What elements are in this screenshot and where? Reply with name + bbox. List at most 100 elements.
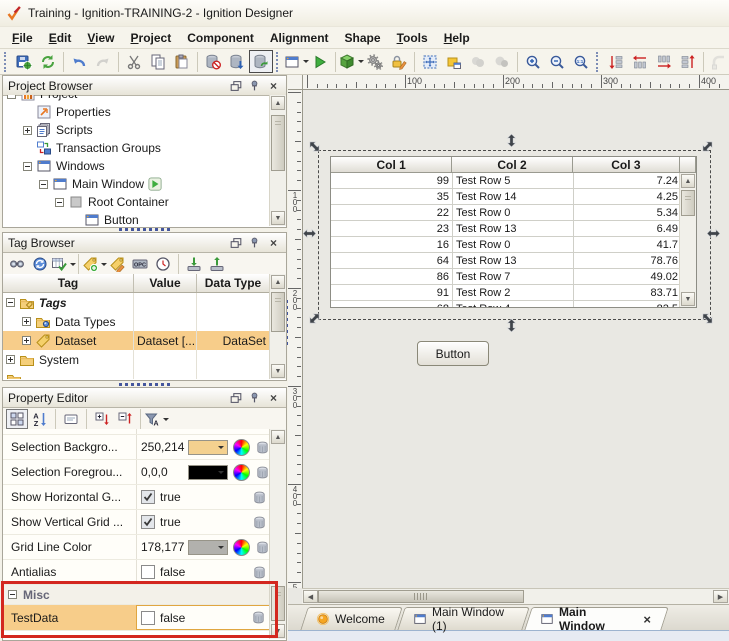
scroll-left-button[interactable]: ◀ [303,590,318,603]
tree-item-properties[interactable]: Properties [3,103,270,121]
expand-icon[interactable] [6,355,15,364]
db-disconnect-button[interactable] [201,50,225,73]
tab-close-icon[interactable]: × [643,612,651,627]
checkbox-checked[interactable] [141,515,155,529]
scroll-down-button[interactable]: ▼ [271,624,285,638]
table-column-header[interactable]: Col 3 [572,157,681,173]
description-button[interactable] [60,409,82,429]
scroll-up-button[interactable]: ▲ [271,430,285,444]
menu-alignment[interactable]: Alignment [262,28,337,48]
paste-button[interactable] [170,50,194,73]
select-region-button[interactable] [442,50,466,73]
resize-handle[interactable] [308,312,321,325]
binding-button[interactable] [252,515,267,530]
new-window-button[interactable] [284,50,309,73]
update-project-button[interactable] [36,50,60,73]
collapse-icon[interactable] [8,590,17,599]
binding-button[interactable] [252,490,267,505]
color-wheel-icon[interactable] [233,438,250,456]
export-tags-button[interactable] [206,254,228,274]
property-row-show-vertical-grid-[interactable]: Show Vertical Grid ... true [3,510,270,535]
table-row[interactable]: 64 Test Row 13 78.76 [331,253,696,269]
menu-shape[interactable]: Shape [337,28,389,48]
tab-welcome[interactable]: Welcome [300,607,403,631]
binding-button[interactable] [255,540,270,555]
expand-icon[interactable] [22,317,31,326]
table-row[interactable]: 23 Test Row 13 6.49 [331,221,696,237]
table-row[interactable]: 68Test Row 482.5 [331,301,696,307]
color-swatch[interactable] [188,464,228,480]
color-swatch[interactable] [188,539,228,555]
dropdown-caret-icon[interactable] [69,262,76,269]
toolbar-grip[interactable] [4,51,8,72]
scroll-thumb[interactable] [271,292,285,332]
property-scrollbar[interactable]: ▲ ▼ [269,429,286,639]
color-wheel-icon[interactable] [233,538,250,556]
table-column-header[interactable]: Col 1 [331,157,453,173]
tab-main-window-1-[interactable]: Main Window (1) [397,605,530,633]
tree-item-windows[interactable]: Windows [3,157,270,175]
zoom-actual-button[interactable]: 1:1 [569,50,593,73]
float-panel-button[interactable] [228,391,243,405]
property-row-misc[interactable]: Misc [3,585,270,605]
float-panel-button[interactable] [228,79,243,93]
resize-handle[interactable] [505,318,518,333]
table-row[interactable]: 86 Test Row 7 49.02 [331,269,696,285]
shape-subtract-button[interactable] [490,50,514,73]
distribute-left-button[interactable] [628,50,652,73]
toolbar-grip[interactable] [276,51,280,72]
column-header-data-type[interactable]: Data Type [197,274,270,292]
table-scrollbar[interactable]: ▲ ▼ [679,173,696,307]
collapse-icon[interactable] [6,298,15,307]
dropdown-caret-icon[interactable] [162,417,169,424]
filter-button[interactable]: A [144,409,169,429]
color-swatch[interactable] [188,439,228,455]
cut-button[interactable] [122,50,146,73]
lock-edit-button[interactable] [387,50,411,73]
checkbox-unchecked[interactable] [141,565,155,579]
shapes-cube-button[interactable] [339,50,364,73]
column-header-value[interactable]: Value [134,274,197,292]
pin-panel-button[interactable] [247,79,262,93]
button-component[interactable]: Button [417,341,489,366]
expand-icon[interactable] [22,336,31,345]
binding-button[interactable] [255,440,270,455]
clock-button[interactable] [152,254,174,274]
gears-button[interactable] [363,50,387,73]
scroll-down-button[interactable]: ▼ [681,292,695,306]
close-panel-button[interactable]: × [266,79,281,93]
redo-button[interactable] [91,50,115,73]
resize-handle[interactable] [308,140,321,153]
panel-splitter[interactable] [2,227,287,231]
expand-all-button[interactable] [91,409,113,429]
scroll-thumb[interactable] [271,115,285,171]
color-wheel-icon[interactable] [233,463,250,481]
resize-handle[interactable] [505,133,518,148]
canvas-hscrollbar[interactable]: ◀ ▶ [302,588,729,604]
collapse-icon[interactable] [7,95,16,99]
collapse-icon[interactable] [39,179,48,189]
table-column-header[interactable]: Col 2 [452,157,573,173]
preview-play-button[interactable] [308,50,332,73]
scroll-down-button[interactable]: ▼ [271,364,285,378]
shape-union-button[interactable] [466,50,490,73]
toolbar-grip[interactable] [596,51,600,72]
corner-tool-1-button[interactable] [707,50,729,73]
column-header-tag[interactable]: Tag [3,274,134,292]
refresh-browse-button[interactable] [29,254,51,274]
scroll-up-button[interactable]: ▲ [271,96,285,110]
tree-item-main-window[interactable]: Main Window [3,175,270,193]
menu-tools[interactable]: Tools [389,28,436,48]
scroll-thumb[interactable] [681,190,695,216]
property-row-show-horizontal-g-[interactable]: Show Horizontal G... true [3,485,270,510]
property-row-grid-line-color[interactable]: Grid Line Color 178,177 [3,535,270,560]
menu-view[interactable]: View [79,28,122,48]
distribute-down-button[interactable] [604,50,628,73]
scroll-down-button[interactable]: ▼ [271,211,285,225]
menu-file[interactable]: File [4,28,41,48]
edit-tag-button[interactable] [106,254,128,274]
collapse-icon[interactable] [55,197,64,207]
design-canvas[interactable]: Col 1 Col 2 Col 3 99 Test Row 5 7.24 35 Test Ro… [303,90,729,588]
save-button[interactable] [12,50,36,73]
collapse-icon[interactable] [23,161,32,171]
